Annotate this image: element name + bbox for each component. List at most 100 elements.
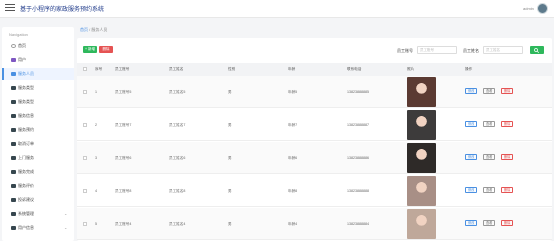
sidebar-item[interactable]: 服务预约 <box>2 124 74 136</box>
chevron-down-icon[interactable]: ⌄ <box>64 211 67 216</box>
table-cell-age: 年龄4 <box>288 222 298 226</box>
flag-icon <box>11 198 16 202</box>
sidebar-item-label: 用户信息 <box>18 225 34 230</box>
sidebar-item-label: 服务预约 <box>18 127 34 132</box>
table-cell-age: 年龄8 <box>288 189 298 193</box>
table-cell-index: 4 <box>95 189 97 193</box>
table-cell-index: 1 <box>95 90 97 94</box>
table-cell-index: 5 <box>95 222 97 226</box>
name-filter-input[interactable]: 员工姓名 <box>483 46 523 54</box>
column-header: 联系电话 <box>347 67 362 71</box>
row-checkbox[interactable] <box>83 90 87 94</box>
sidebar-item-label: 用户 <box>18 57 26 62</box>
sidebar-item[interactable]: 服务评价 <box>2 180 74 192</box>
sidebar-item-label: 服务类型 <box>18 99 34 104</box>
row-delete-button[interactable]: 删除 <box>501 187 514 193</box>
grid-icon <box>11 128 16 132</box>
row-checkbox[interactable] <box>83 189 87 193</box>
breadcrumb-current: 服务人员 <box>91 27 108 32</box>
doc-icon <box>11 170 16 174</box>
staff-photo <box>407 143 436 173</box>
staff-photo <box>407 209 436 239</box>
sidebar-item-label: 服务完成 <box>18 169 34 174</box>
row-checkbox[interactable] <box>83 123 87 127</box>
sidebar-item[interactable]: 用户信息 ⌄ <box>2 222 74 234</box>
grid-icon <box>11 100 16 104</box>
staff-icon <box>11 72 16 76</box>
table-cell-gender: 男 <box>228 189 232 193</box>
table-header: 序号 员工账号 员工姓名 性别 年龄 联系电话 照片 操作 <box>77 63 552 76</box>
sidebar-item-label: 系统管理 <box>18 211 34 216</box>
edit-button[interactable]: 修改 <box>465 121 478 127</box>
column-header: 员工账号 <box>115 67 130 71</box>
search-button[interactable] <box>530 46 544 54</box>
sidebar: Navigation 首页 用户 服务人员 服务类型 服务类型 服务信息 服务预约 取消订单上… <box>2 27 74 241</box>
view-button[interactable]: 查看 <box>483 121 496 127</box>
row-delete-button[interactable]: 删除 <box>501 154 514 160</box>
settings-icon <box>11 212 16 216</box>
table-cell-index: 3 <box>95 156 97 160</box>
table-cell-gender: 男 <box>228 123 232 127</box>
table-row: 3 员工账号6 员工姓名6 男 年龄6 13823888886 修改 查看 删除 <box>77 142 552 174</box>
search-icon <box>534 47 539 53</box>
row-delete-button[interactable]: 删除 <box>501 220 514 226</box>
sidebar-item[interactable]: 服务类型 <box>2 82 74 94</box>
edit-button[interactable]: 修改 <box>465 187 478 193</box>
sidebar-item[interactable]: 投诉建议 <box>2 194 74 206</box>
sidebar-item[interactable]: 服务信息 <box>2 110 74 122</box>
edit-button[interactable]: 修改 <box>465 154 478 160</box>
table-cell-gender: 男 <box>228 222 232 226</box>
table-cell-phone: 13823888887 <box>347 123 369 127</box>
table-cell-gender: 男 <box>228 90 232 94</box>
circle-icon <box>11 44 16 48</box>
row-delete-button[interactable]: 删除 <box>501 88 514 94</box>
view-button[interactable]: 查看 <box>483 88 496 94</box>
sidebar-item[interactable]: 首页 <box>2 40 74 52</box>
table-cell-phone: 13823888888 <box>347 189 369 193</box>
breadcrumb-home[interactable]: 首页 <box>80 27 88 32</box>
nav-title: Navigation <box>9 32 28 37</box>
table-cell-name: 员工姓名6 <box>169 156 186 160</box>
select-all-checkbox[interactable] <box>83 67 87 71</box>
sidebar-item[interactable]: 系统管理 ⌄ <box>2 208 74 220</box>
top-bar: 基于小程序的家政服务预约系统 admin <box>0 0 554 18</box>
column-header: 性别 <box>228 67 236 71</box>
users-icon <box>11 58 16 62</box>
sidebar-item-label: 取消订单 <box>18 141 34 146</box>
edit-button[interactable]: 修改 <box>465 220 478 226</box>
menu-toggle-icon[interactable] <box>5 4 15 12</box>
table-cell-index: 2 <box>95 123 97 127</box>
user-icon <box>11 226 16 230</box>
content-panel: + 新增 删除 员工账号 员工账号 员工姓名 员工姓名 序号 员工账号 员工姓名… <box>77 38 552 241</box>
table-cell-age: 年龄5 <box>288 90 298 94</box>
sidebar-item[interactable]: 取消订单 <box>2 138 74 150</box>
view-button[interactable]: 查看 <box>483 187 496 193</box>
table-cell-age: 年龄6 <box>288 156 298 160</box>
grid-icon <box>11 114 16 118</box>
chevron-down-icon[interactable]: ⌄ <box>64 225 67 230</box>
view-button[interactable]: 查看 <box>483 220 496 226</box>
edit-button[interactable]: 修改 <box>465 88 478 94</box>
row-delete-button[interactable]: 删除 <box>501 121 514 127</box>
user-name[interactable]: admin <box>523 6 534 11</box>
sidebar-item[interactable]: 服务人员 <box>2 68 74 80</box>
add-button[interactable]: + 新增 <box>83 46 97 53</box>
account-filter-input[interactable]: 员工账号 <box>417 46 457 54</box>
avatar[interactable] <box>537 3 548 14</box>
sidebar-item[interactable]: 服务完成 <box>2 166 74 178</box>
app-title: 基于小程序的家政服务预约系统 <box>20 7 105 13</box>
table-row: 2 员工账号7 员工姓名7 男 年龄7 13823888887 修改 查看 删除 <box>77 109 552 141</box>
sidebar-item[interactable]: 上门服务 <box>2 152 74 164</box>
grid-icon <box>11 184 16 188</box>
table-cell-account: 员工账号8 <box>115 189 132 193</box>
row-checkbox[interactable] <box>83 156 87 160</box>
sidebar-item-label: 服务信息 <box>18 113 34 118</box>
row-checkbox[interactable] <box>83 222 87 226</box>
sidebar-item[interactable]: 用户 <box>2 54 74 66</box>
delete-button[interactable]: 删除 <box>99 46 113 53</box>
sidebar-item[interactable]: 服务类型 <box>2 96 74 108</box>
sidebar-item-label: 首页 <box>18 43 26 48</box>
view-button[interactable]: 查看 <box>483 154 496 160</box>
column-header: 年龄 <box>288 67 296 71</box>
column-header: 员工姓名 <box>169 67 184 71</box>
